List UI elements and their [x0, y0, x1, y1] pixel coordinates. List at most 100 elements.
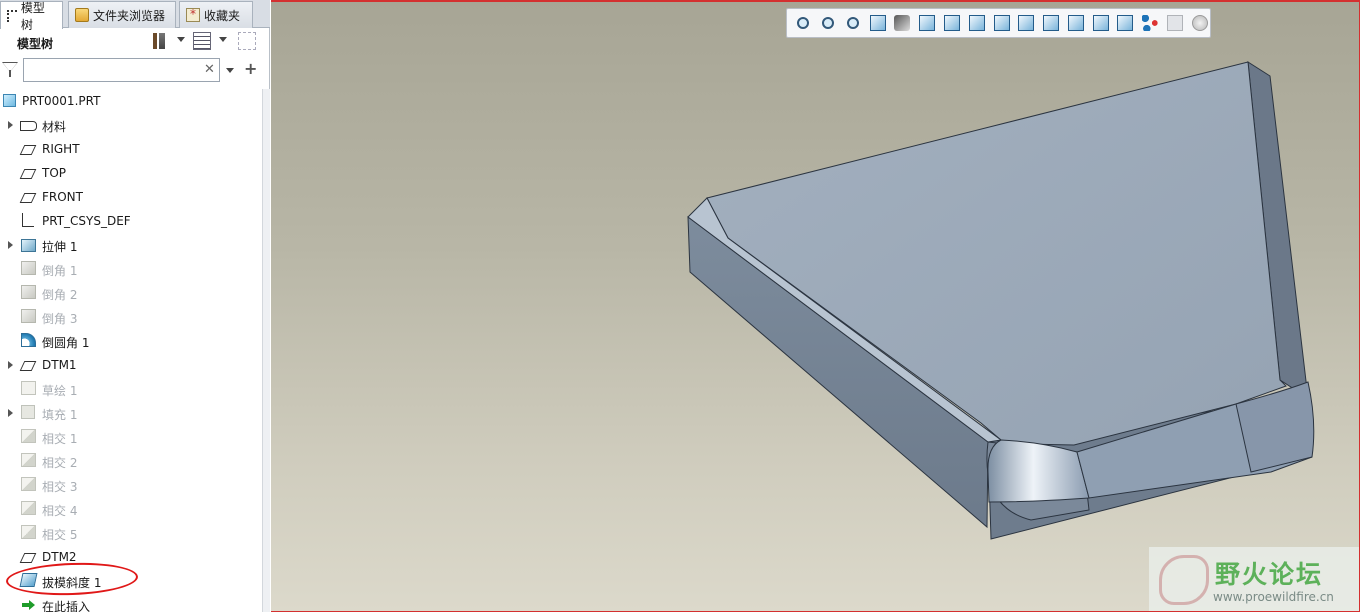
- tree-item-label: DTM2: [42, 550, 77, 564]
- tab-folder-browser[interactable]: 文件夹浏览器: [68, 1, 176, 28]
- model-tree: PRT0001.PRT 材料 RIGHT TOP FRONT PRT_CSYS_DEF 拉伸…: [0, 89, 262, 612]
- tree-item[interactable]: 倒圆角 1: [0, 329, 262, 353]
- clear-search-icon[interactable]: ✕: [204, 62, 215, 77]
- part-3d-model[interactable]: [271, 2, 1360, 612]
- tree-item-label: 相交 3: [42, 480, 78, 494]
- tree-item[interactable]: 倒角 1: [0, 257, 262, 281]
- tab-label: 文件夹浏览器: [93, 8, 166, 23]
- tree-item[interactable]: 草绘 1: [0, 377, 262, 401]
- tree-item-label: 草绘 1: [42, 384, 78, 398]
- tree-item-label: TOP: [42, 166, 67, 180]
- fill-icon: [21, 405, 35, 419]
- tree-item[interactable]: 填充 1: [0, 401, 262, 425]
- panel-title: 模型树: [17, 37, 54, 51]
- watermark-title: 野火论坛: [1215, 560, 1324, 589]
- tree-item-label: 倒角 3: [42, 312, 78, 326]
- show-dropdown-arrow[interactable]: [219, 37, 227, 42]
- tree-item-label: 相交 5: [42, 528, 78, 542]
- watermark-url: www.proewildfire.cn: [1213, 590, 1334, 604]
- tree-scrollbar[interactable]: [262, 89, 270, 612]
- chamfer-icon: [21, 285, 36, 299]
- tree-item-label: 相交 1: [42, 432, 78, 446]
- part-icon: [3, 94, 16, 107]
- settings-tools-icon[interactable]: [150, 32, 168, 50]
- tab-favorites[interactable]: 收藏夹: [179, 1, 253, 28]
- tree-item-label: PRT0001.PRT: [22, 94, 101, 108]
- model-tree-panel: 模型树 文件夹浏览器 收藏夹 模型树 ✕ + PRT0001.PRT 材料 RIGH…: [0, 0, 270, 612]
- tree-item[interactable]: 拔模斜度 1: [0, 569, 262, 593]
- tree-item[interactable]: 在此插入: [0, 593, 262, 612]
- tree-item-label: 倒圆角 1: [42, 336, 90, 350]
- sketch-icon: [21, 381, 36, 395]
- tab-model-tree[interactable]: 模型树: [0, 1, 63, 32]
- tree-item-label: 倒角 2: [42, 288, 78, 302]
- datum-plane-icon: [19, 361, 37, 371]
- expand-arrow-icon[interactable]: [8, 361, 13, 369]
- tree-item[interactable]: DTM1: [0, 353, 262, 377]
- intersect-icon: [21, 477, 36, 491]
- tree-item-label: 填充 1: [42, 408, 78, 422]
- tree-item[interactable]: 拉伸 1: [0, 233, 262, 257]
- chamfer-icon: [21, 261, 36, 275]
- tree-item-label: FRONT: [42, 190, 83, 204]
- search-input[interactable]: [23, 58, 220, 82]
- forum-watermark: 野火论坛 www.proewildfire.cn: [1149, 547, 1359, 611]
- tree-item[interactable]: DTM2: [0, 545, 262, 569]
- intersect-icon: [21, 429, 36, 443]
- intersect-icon: [21, 453, 36, 467]
- navigator-tabs: 模型树 文件夹浏览器 收藏夹: [0, 0, 270, 32]
- draft-icon: [19, 573, 38, 587]
- round-icon: [21, 333, 36, 347]
- tree-item[interactable]: 相交 3: [0, 473, 262, 497]
- settings-dropdown-arrow[interactable]: [177, 37, 185, 42]
- tree-item-label: 相交 4: [42, 504, 78, 518]
- tree-item-label: 拉伸 1: [42, 240, 78, 254]
- tree-item[interactable]: 倒角 3: [0, 305, 262, 329]
- tab-label: 收藏夹: [204, 8, 241, 23]
- add-filter-icon[interactable]: +: [244, 59, 257, 78]
- tree-item[interactable]: RIGHT: [0, 137, 262, 161]
- tree-item[interactable]: 相交 5: [0, 521, 262, 545]
- tree-item-label: 相交 2: [42, 456, 78, 470]
- tree-item[interactable]: 相交 4: [0, 497, 262, 521]
- material-icon: [20, 121, 37, 131]
- datum-plane-icon: [19, 145, 37, 155]
- datum-plane-icon: [19, 193, 37, 203]
- graphics-window[interactable]: 野火论坛 www.proewildfire.cn: [271, 0, 1360, 612]
- tree-item[interactable]: TOP: [0, 161, 262, 185]
- expand-arrow-icon[interactable]: [8, 121, 13, 129]
- panel-header: 模型树: [0, 28, 270, 56]
- tree-item-label: 倒角 1: [42, 264, 78, 278]
- tree-item[interactable]: PRT0001.PRT: [0, 89, 262, 113]
- favorites-icon: [186, 7, 200, 22]
- tree-item-label: DTM1: [42, 358, 77, 372]
- expand-arrow-icon[interactable]: [8, 409, 13, 417]
- tree-item[interactable]: 材料: [0, 113, 262, 137]
- tree-filters-icon[interactable]: [238, 32, 256, 50]
- tree-item-label: PRT_CSYS_DEF: [42, 214, 131, 228]
- extrude-icon: [21, 239, 36, 252]
- search-row: ✕ +: [0, 56, 270, 86]
- tree-item[interactable]: FRONT: [0, 185, 262, 209]
- top-face: [706, 61, 1287, 446]
- search-dropdown-arrow[interactable]: [226, 68, 234, 73]
- tree-item[interactable]: 相交 1: [0, 425, 262, 449]
- tree-item[interactable]: 相交 2: [0, 449, 262, 473]
- intersect-icon: [21, 501, 36, 515]
- tree-item-label: 拔模斜度 1: [42, 576, 102, 590]
- tree-item-label: 材料: [42, 120, 67, 134]
- insert-here-icon: [22, 597, 38, 612]
- tree-item[interactable]: PRT_CSYS_DEF: [0, 209, 262, 233]
- model-tree-icon: [7, 9, 17, 22]
- coordinate-system-icon: [22, 213, 34, 227]
- intersect-icon: [21, 525, 36, 539]
- tree-item[interactable]: 倒角 2: [0, 281, 262, 305]
- datum-plane-icon: [19, 553, 37, 563]
- folder-icon: [75, 8, 89, 22]
- chamfer-icon: [21, 309, 36, 323]
- show-list-icon[interactable]: [193, 32, 211, 50]
- tree-item-label: 在此插入: [42, 600, 91, 612]
- expand-arrow-icon[interactable]: [8, 241, 13, 249]
- datum-plane-icon: [19, 169, 37, 179]
- tree-item-label: RIGHT: [42, 142, 80, 156]
